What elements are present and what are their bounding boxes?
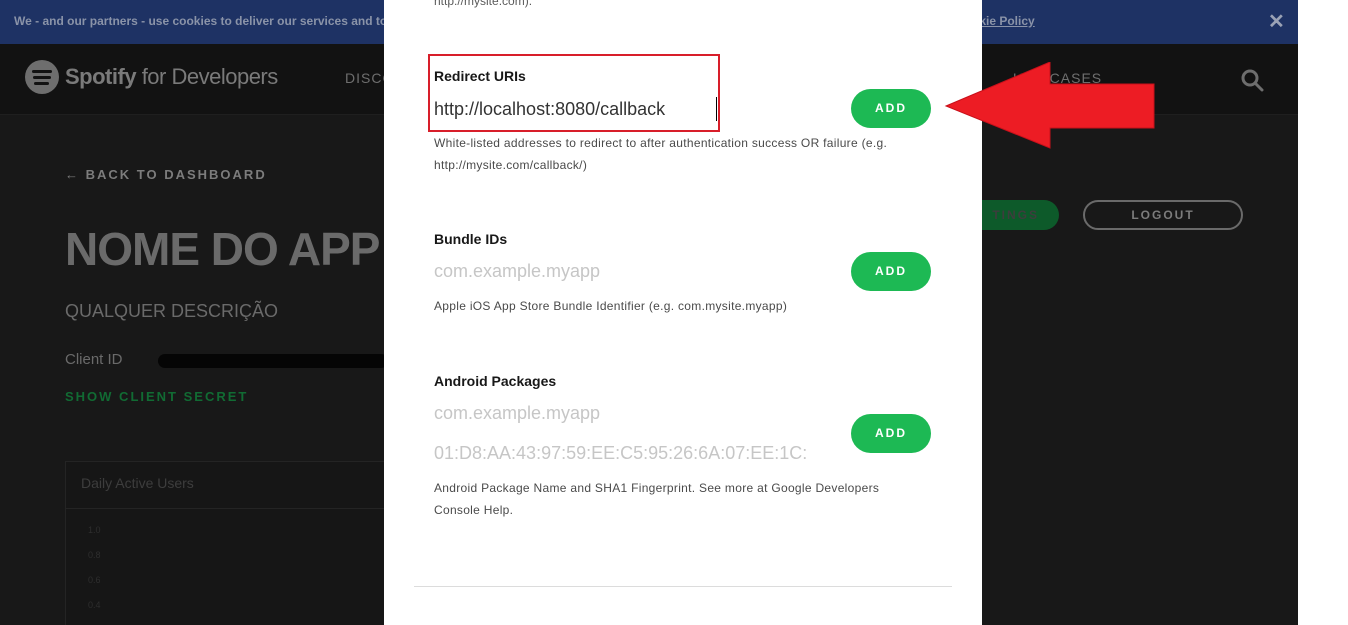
close-icon[interactable]: ✕ xyxy=(1268,9,1285,34)
add-bundle-id-button[interactable]: ADD xyxy=(851,252,931,291)
client-id-value xyxy=(158,354,388,368)
dau-tick-label: 1.0 xyxy=(88,525,101,535)
add-android-package-button[interactable]: ADD xyxy=(851,414,931,453)
cookie-banner-text: We - and our partners - use cookies to d… xyxy=(14,14,412,28)
logo-wordmark: Spotify for Developers xyxy=(65,64,278,89)
redirect-uris-help: White-listed addresses to redirect to af… xyxy=(434,136,888,172)
previous-field-help: http://mysite.com). xyxy=(434,0,533,8)
spotify-icon xyxy=(25,60,59,94)
android-sha1-input[interactable] xyxy=(434,440,840,466)
android-package-input[interactable] xyxy=(434,400,840,426)
client-id-label: Client ID xyxy=(65,351,123,368)
daily-active-users-panel: Daily Active Users 1.0 0.8 0.6 0.4 xyxy=(65,461,397,625)
android-packages-help: Android Package Name and SHA1 Fingerprin… xyxy=(434,481,880,517)
add-redirect-uri-button[interactable]: ADD xyxy=(851,89,931,128)
show-client-secret-link[interactable]: SHOW CLIENT SECRET xyxy=(65,389,248,404)
bundle-ids-label: Bundle IDs xyxy=(434,231,508,247)
android-packages-label: Android Packages xyxy=(434,373,557,389)
search-icon[interactable] xyxy=(1240,68,1264,92)
page-gutter xyxy=(1298,0,1348,625)
redirect-uri-highlight-box xyxy=(428,54,720,132)
spotify-logo[interactable]: Spotify for Developers xyxy=(25,60,278,94)
dau-tick-label: 0.4 xyxy=(88,600,101,610)
bundle-id-input[interactable] xyxy=(434,258,840,284)
back-to-dashboard-link[interactable]: ← BACK TO DASHBOARD xyxy=(65,167,267,182)
modal-divider xyxy=(414,586,952,587)
dau-tick-label: 0.6 xyxy=(88,575,101,585)
red-arrow-annotation xyxy=(944,62,1155,149)
text-caret xyxy=(716,97,717,121)
bundle-ids-help: Apple iOS App Store Bundle Identifier (e… xyxy=(434,299,788,313)
daily-active-users-title: Daily Active Users xyxy=(81,475,194,491)
dau-tick-label: 0.8 xyxy=(88,550,101,560)
daily-active-users-chart: 1.0 0.8 0.6 0.4 xyxy=(66,508,396,625)
app-name-heading: NOME DO APP xyxy=(65,223,380,275)
logout-button[interactable]: LOGOUT xyxy=(1083,200,1243,230)
app-description: QUALQUER DESCRIÇÃO xyxy=(65,301,279,321)
